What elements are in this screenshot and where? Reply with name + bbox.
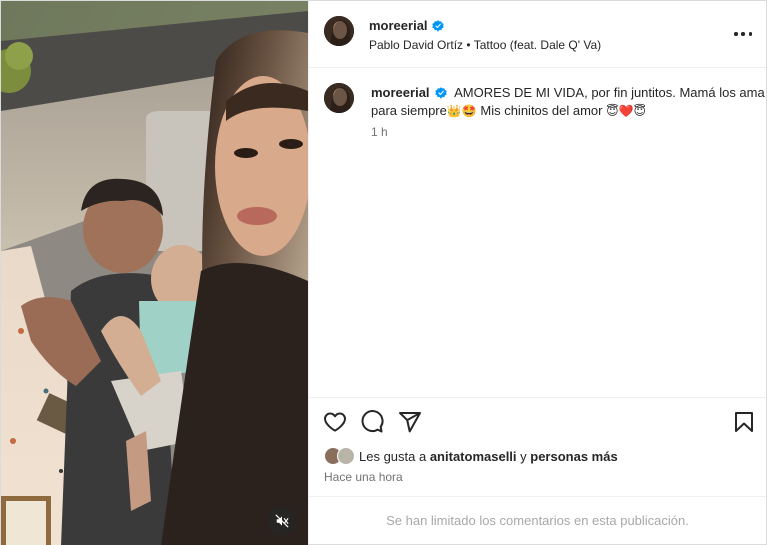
bookmark-icon (735, 412, 753, 432)
profile-picture (324, 16, 354, 46)
heart-icon (324, 412, 346, 432)
likes-prefix: Les gusta a (359, 448, 430, 464)
likes-middle: y (516, 448, 531, 464)
more-options-icon[interactable] (734, 25, 752, 43)
share-button[interactable] (398, 410, 422, 434)
caption-username[interactable]: moreerial (371, 85, 430, 100)
likes-summary: Les gusta a anitatomaselli y personas má… (324, 447, 618, 465)
caption-emoji-crown-star: 👑🤩 (446, 104, 477, 118)
muted-speaker-icon (275, 514, 289, 528)
comment-button[interactable] (360, 410, 384, 434)
post-header: moreerial Pablo David Ortíz • Tattoo (fe… (309, 1, 766, 68)
audio-artist[interactable]: Pablo David Ortíz (369, 38, 463, 52)
post-details-panel: moreerial Pablo David Ortíz • Tattoo (fe… (308, 1, 766, 544)
liker-avatar[interactable] (337, 447, 355, 465)
profile-picture (324, 83, 354, 113)
selfie-photo (1, 1, 308, 545)
audio-song[interactable]: Tattoo (feat. Dale Q' Va) (474, 38, 601, 52)
avatar[interactable] (324, 16, 354, 46)
likes-text: Les gusta a anitatomaselli y personas má… (359, 449, 618, 464)
post-timestamp[interactable]: Hace una hora (324, 470, 403, 484)
audio-separator: • (466, 38, 471, 52)
header-username[interactable]: moreerial (369, 18, 428, 33)
liker-username[interactable]: anitatomaselli (430, 449, 517, 464)
mute-toggle-button[interactable] (268, 507, 296, 535)
comment-icon (361, 410, 384, 433)
audio-attribution[interactable]: Pablo David Ortíz • Tattoo (feat. Dale Q… (369, 38, 601, 52)
post-photo[interactable] (1, 1, 308, 545)
like-button[interactable] (323, 410, 347, 434)
save-button[interactable] (732, 410, 756, 434)
caption-avatar[interactable] (324, 83, 354, 113)
header-username-row: moreerial (369, 18, 444, 33)
post-caption: moreerial AMORES DE MI VIDA, por fin jun… (371, 84, 766, 120)
likes-others-link[interactable]: personas más (530, 449, 617, 464)
caption-timestamp[interactable]: 1 h (371, 125, 388, 139)
comments-limited-notice: Se han limitado los comentarios en esta … (309, 496, 766, 544)
caption-emoji-angel-heart: 😇❤️😇 (606, 104, 647, 118)
verified-badge-icon (435, 87, 447, 99)
caption-text-2: Mis chinitos del amor (476, 103, 607, 118)
verified-badge-icon (431, 19, 444, 32)
instagram-post: moreerial Pablo David Ortíz • Tattoo (fe… (0, 0, 767, 545)
share-icon (399, 412, 421, 433)
post-actions (309, 397, 766, 447)
